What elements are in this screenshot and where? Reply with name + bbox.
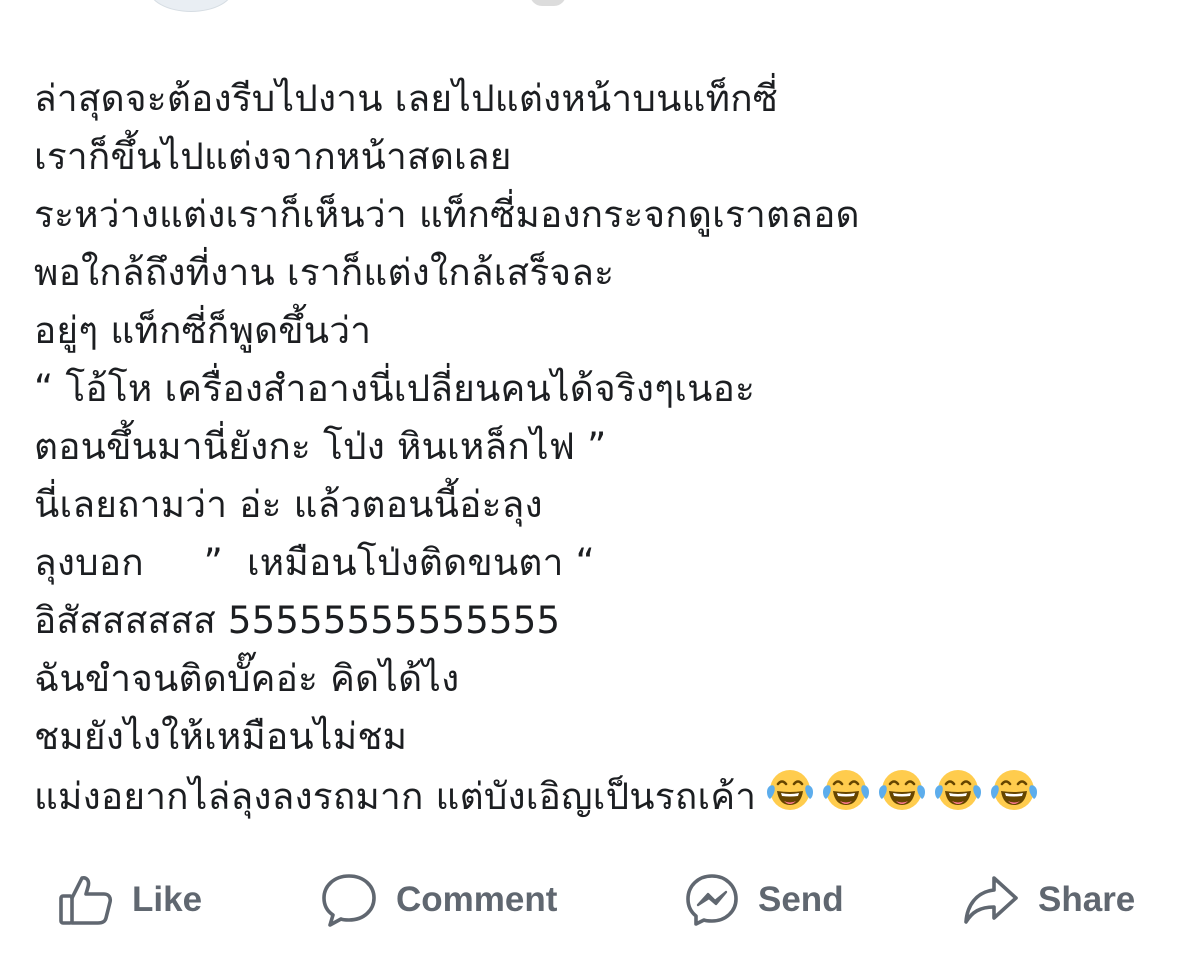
send-button[interactable]: Send [684, 860, 844, 940]
thumbs-up-icon [58, 872, 114, 928]
emoji-row [756, 770, 1040, 818]
post-line: ฉันขำจนติดบั๊คอ่ะ คิดได้ไง [34, 657, 460, 700]
author-name-fragment [530, 0, 566, 6]
send-label: Send [758, 880, 844, 919]
post-line: ล่าสุดจะต้องรีบไปงาน เลยไปแต่งหน้าบนแท็ก… [34, 77, 779, 120]
post-line: “ โอ้โห เครื่องสำอางนี่เปลี่ยนคนได้จริงๆ… [34, 367, 756, 410]
messenger-icon [684, 872, 740, 928]
face-with-tears-of-joy-icon [764, 766, 816, 831]
post-text: ล่าสุดจะต้องรีบไปงาน เลยไปแต่งหน้าบนแท็ก… [34, 70, 1174, 824]
face-with-tears-of-joy-icon [988, 766, 1040, 831]
post-line: ลุงบอก ” เหมือนโป่งติดขนตา “ [34, 541, 595, 584]
author-avatar[interactable] [148, 0, 234, 12]
post-line: ตอนขึ้นมานี่ยังกะ โป่ง หินเหล็กไฟ ” [34, 425, 607, 468]
face-with-tears-of-joy-icon [876, 766, 928, 831]
post-line: อิสัสสสสสส 55555555555555 [34, 599, 561, 642]
comment-label: Comment [396, 880, 558, 919]
post-line: เราก็ขึ้นไปแต่งจากหน้าสดเลย [34, 135, 512, 178]
post-line: นี่เลยถามว่า อ่ะ แล้วตอนนี้อ่ะลุง [34, 483, 543, 526]
post-line-last: แม่งอยากไล่ลุงลงรถมาก แต่บังเอิญเป็นรถเค… [34, 766, 1174, 824]
comment-bubble-icon [320, 872, 378, 928]
share-label: Share [1038, 880, 1136, 919]
share-arrow-icon [962, 872, 1020, 928]
post-line: ชมยังไงให้เหมือนไม่ชม [34, 715, 408, 758]
share-button[interactable]: Share [962, 860, 1135, 940]
face-with-tears-of-joy-icon [932, 766, 984, 831]
post-line-text: แม่งอยากไล่ลุงลงรถมาก แต่บังเอิญเป็นรถเค… [34, 775, 757, 818]
comment-button[interactable]: Comment [320, 860, 557, 940]
post-line: อยู่ๆ แท็กซี่ก็พูดขึ้นว่า [34, 309, 372, 352]
like-label: Like [132, 880, 203, 919]
post-line: พอใกล้ถึงที่งาน เราก็แต่งใกล้เสร็จละ [34, 251, 615, 294]
post-line: ระหว่างแต่งเราก็เห็นว่า แท็กซี่มองกระจกด… [34, 193, 860, 236]
face-with-tears-of-joy-icon [820, 766, 872, 831]
like-button[interactable]: Like [58, 860, 202, 940]
post-action-bar: Like Comment Send Share [0, 860, 1200, 940]
